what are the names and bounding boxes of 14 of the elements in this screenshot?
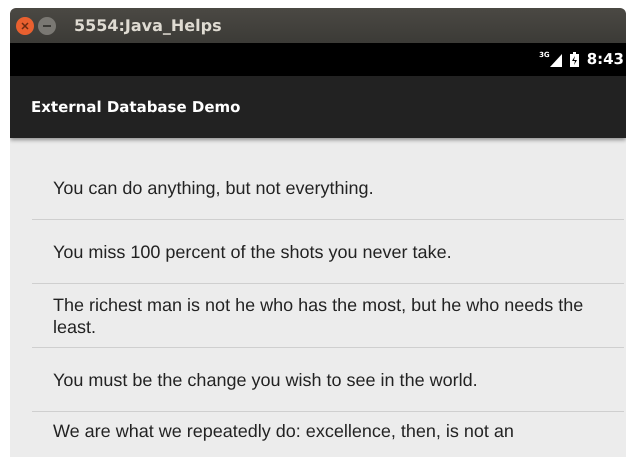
quote-item[interactable]: You miss 100 percent of the shots you never take. — [32, 240, 492, 262]
battery-icon — [570, 52, 579, 67]
quote-item[interactable]: You can do anything, but not everything. — [32, 176, 414, 198]
minimize-icon — [43, 24, 51, 26]
app-title: External Database Demo — [31, 96, 240, 118]
quote-item[interactable]: You must be the change you wish to see in the world. — [32, 368, 518, 390]
minimize-button[interactable] — [38, 16, 56, 34]
clock: 8:43 — [586, 49, 624, 70]
quote-item[interactable]: The richest man is not he who has the most, but he who needs the least. — [32, 294, 624, 338]
quote-item[interactable]: We are what we repeatedly do: excellence, then, is not an — [32, 420, 554, 442]
window-title: 5554:Java_Helps — [74, 14, 222, 37]
close-button[interactable] — [16, 16, 34, 34]
signal-icon — [550, 54, 562, 67]
close-icon — [21, 22, 29, 30]
